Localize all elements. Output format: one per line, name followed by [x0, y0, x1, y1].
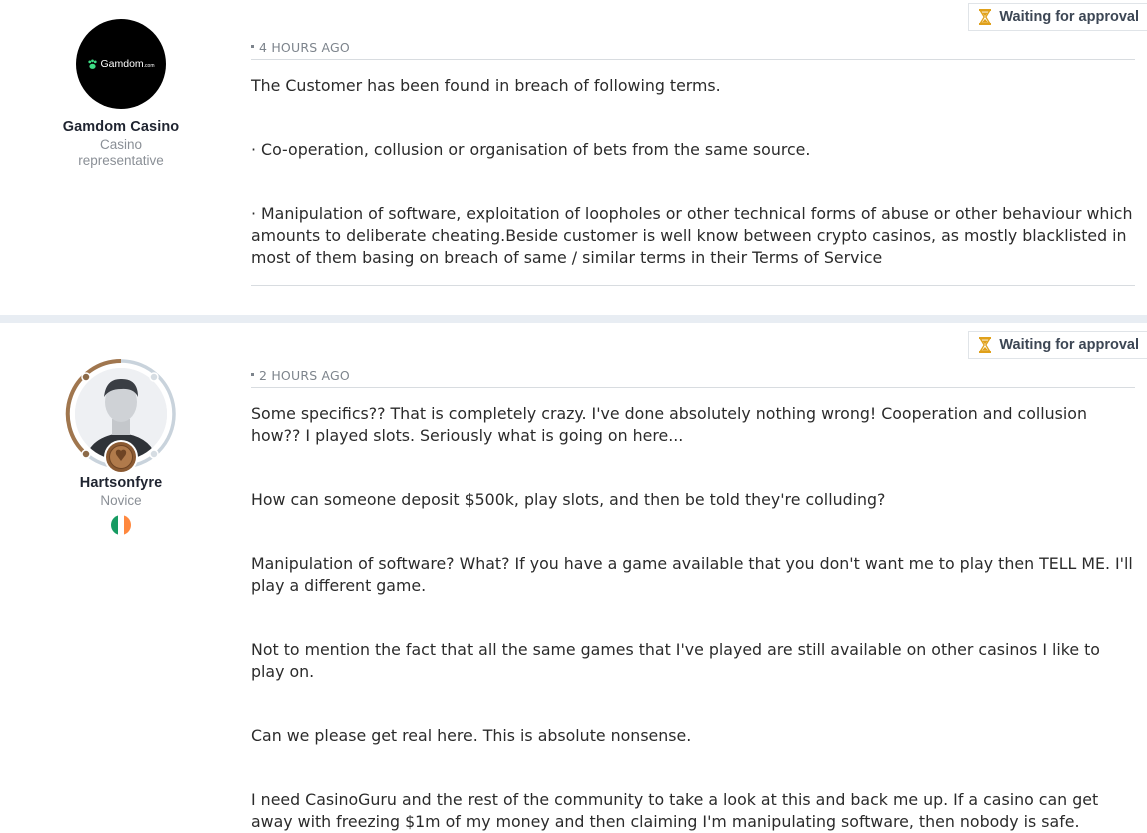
- paragraph: · Co-operation, collusion or organisatio…: [251, 140, 811, 159]
- author-info: Gamdom .com Gamdom Casino Casino represen…: [0, 0, 242, 169]
- paragraph: Some specifics?? That is completely craz…: [251, 404, 1087, 445]
- paragraph: The Customer has been found in breach of…: [251, 76, 721, 95]
- rank-medal-icon: [104, 440, 138, 474]
- comment-text: The Customer has been found in breach of…: [251, 60, 1135, 286]
- post-time-text: 4 HOURS AGO: [259, 40, 350, 55]
- comment-text: Some specifics?? That is completely craz…: [251, 388, 1135, 833]
- paragraph: · Manipulation of software, exploitation…: [251, 204, 1133, 267]
- ireland-flag-icon: [111, 515, 131, 535]
- author-name[interactable]: Gamdom Casino: [0, 119, 242, 135]
- logo-suffix: .com: [143, 62, 155, 69]
- post-time-text: 2 HOURS AGO: [259, 368, 350, 383]
- paragraph: How can someone deposit $500k, play slot…: [251, 490, 886, 509]
- author-name[interactable]: Hartsonfyre: [0, 475, 242, 491]
- paragraph: I need CasinoGuru and the rest of the co…: [251, 790, 1099, 831]
- paragraph: Not to mention the fact that all the sam…: [251, 640, 1100, 681]
- post-divider: [0, 315, 1147, 323]
- paw-icon: [88, 58, 98, 69]
- gamdom-logo: Gamdom .com: [87, 58, 155, 70]
- logo-text: Gamdom: [100, 58, 144, 70]
- comment-post: Waiting for approval Hartsonfyre Novice …: [0, 323, 1147, 833]
- comment-content: 2 HOURS AGO Some specifics?? That is com…: [251, 323, 1135, 833]
- comment-content: 4 HOURS AGO The Customer has been found …: [251, 0, 1135, 286]
- paragraph: Can we please get real here. This is abs…: [251, 726, 692, 745]
- author-role: Novice: [100, 493, 142, 508]
- comment-post: Waiting for approval Gamdom .com Gamdom C…: [0, 0, 1147, 315]
- paragraph: Manipulation of software? What? If you h…: [251, 554, 1133, 595]
- avatar[interactable]: Gamdom .com: [76, 19, 166, 109]
- author-info: Hartsonfyre Novice: [0, 323, 242, 535]
- author-role: Casino representative: [78, 137, 164, 168]
- post-time: 4 HOURS AGO: [251, 40, 1135, 60]
- avatar[interactable]: [64, 357, 178, 474]
- post-time: 2 HOURS AGO: [251, 368, 1135, 388]
